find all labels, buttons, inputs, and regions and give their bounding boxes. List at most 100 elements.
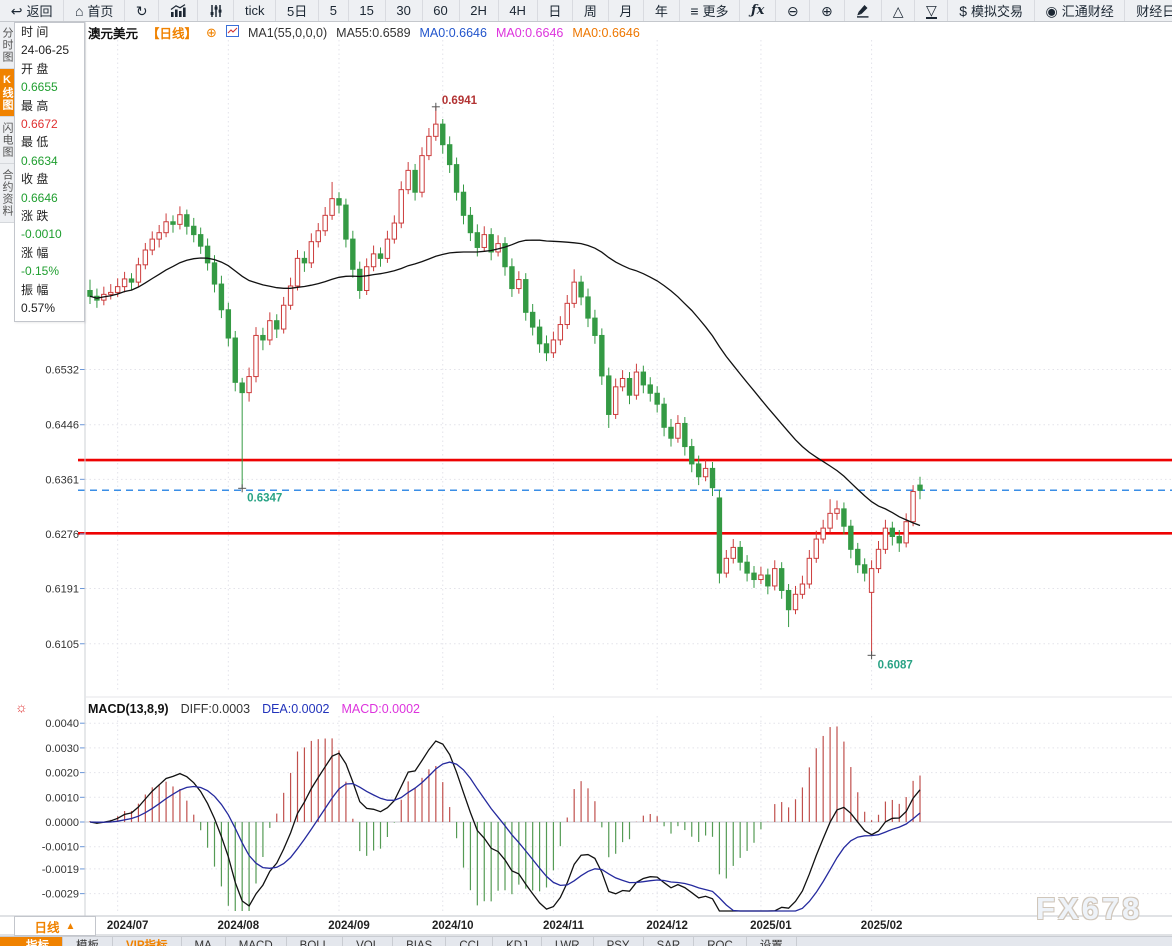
zoom-in-icon: ⊕ [821, 4, 833, 18]
chart-type-bar-button[interactable] [159, 0, 197, 21]
home-icon: ⌂ [75, 4, 83, 18]
panel-borders [0, 22, 1172, 935]
top-toolbar: ↩返回 ⌂ 首页 ↻ tick 5日 5 153060 2H 4H 日 周 月年≡更多 ƒx ⊖ ⊕ △▽$模拟… [0, 0, 1172, 22]
indicator-tab-BOLL[interactable]: BOLL [287, 937, 343, 946]
candles-layer [88, 107, 922, 656]
indicator-tab-设置[interactable]: 设置 [747, 937, 797, 946]
period-label: 【日线】 [147, 23, 197, 42]
timeframe-week-button-label: 周 [584, 1, 597, 20]
home-button-label: 首页 [87, 1, 113, 20]
info-value: -0.15% [21, 262, 84, 280]
back-icon: ↩ [11, 4, 23, 18]
ma0-value-magenta: MA0:0.6646 [496, 26, 563, 40]
calendar-button-label: 财经日历 [1136, 1, 1172, 20]
timeframe-30m-button[interactable]: 30 [386, 0, 423, 21]
huitong-news-button-label: 汇通财经 [1062, 1, 1114, 20]
macd-diff-value: DIFF:0.0003 [181, 702, 250, 716]
pencil-icon [855, 3, 870, 18]
info-value: 0.6646 [21, 189, 84, 207]
info-label: 振 幅 [21, 281, 84, 299]
timeframe-5m-button[interactable]: 5 [319, 0, 349, 21]
triangle-up-button[interactable]: △ [882, 0, 915, 21]
indicator-tab-指标[interactable]: 指标 [13, 937, 63, 946]
info-label: 最 低 [21, 133, 84, 151]
huitong-logo-icon: ◉ [1045, 4, 1057, 18]
fx-icon: ƒx [751, 4, 764, 17]
price-tick-label: 0.6532 [45, 364, 79, 376]
more-button-label: 更多 [703, 1, 729, 20]
price-tick-label: 0.6361 [45, 474, 79, 486]
chevron-up-icon: ▲ [66, 921, 76, 932]
chart-canvas[interactable]: 0.69410.63470.60870.65320.64460.63610.62… [0, 0, 1172, 946]
zoom-out-button[interactable]: ⊖ [776, 0, 810, 21]
add-indicator-icon[interactable]: ⊕ [206, 25, 217, 41]
timeframe-2h-button-label: 2H [470, 3, 487, 18]
chart-style-button[interactable] [198, 0, 234, 21]
indicator-tab-SAR[interactable]: SAR [644, 937, 695, 946]
indicator-tab-KDJ[interactable]: KDJ [493, 937, 542, 946]
info-label: 涨 幅 [21, 244, 84, 262]
indicator-tab-模板[interactable]: 模板 [63, 937, 113, 946]
chart-type-tab-合约资料[interactable]: 合约资料 [0, 164, 14, 223]
info-value: 0.57% [21, 299, 84, 317]
timeframe-day-button[interactable]: 日 [538, 0, 573, 21]
timeframe-15m-button[interactable]: 15 [349, 0, 386, 21]
timeframe-year-button[interactable]: 年 [644, 0, 679, 21]
indicator-tab-CCI[interactable]: CCI [446, 937, 493, 946]
timeframe-day-button-label: 日 [548, 1, 561, 20]
chart-type-tab-分时图[interactable]: 分时图 [0, 22, 14, 69]
indicator-tab-LWR[interactable]: LWR [542, 937, 594, 946]
timeframe-week-button[interactable]: 周 [573, 0, 608, 21]
ma0-value-orange: MA0:0.6646 [572, 26, 639, 40]
macd-header: MACD(13,8,9) DIFF:0.0003 DEA:0.0002 MACD… [88, 702, 420, 716]
timeframe-2h-button[interactable]: 2H [460, 0, 499, 21]
month-tick-label: 2024/09 [328, 920, 370, 932]
draw-tool-button[interactable] [845, 0, 882, 21]
chart-type-tab-K线图[interactable]: K线图 [0, 69, 14, 117]
indicator-tab-BIAS[interactable]: BIAS [393, 937, 446, 946]
indicator-tab-PSY[interactable]: PSY [594, 937, 644, 946]
indicator-tab-VOL[interactable]: VOL [343, 937, 393, 946]
indicator-tab-ROC[interactable]: ROC [694, 937, 747, 946]
timeframe-4h-button-label: 4H [509, 3, 526, 18]
price-annotation: 0.6941 [442, 95, 478, 107]
period-selector-button[interactable]: 日线 ▲ [14, 916, 96, 936]
fx678-watermark: FX678 [1036, 891, 1142, 927]
timeframe-5m-button-label: 5 [330, 3, 337, 18]
triangle-down-button[interactable]: ▽ [915, 0, 948, 21]
refresh-button[interactable]: ↻ [125, 0, 159, 21]
chart-mini-icon [226, 25, 239, 40]
home-button[interactable]: ⌂ 首页 [64, 0, 125, 21]
info-label: 涨 跌 [21, 207, 84, 225]
zoom-in-button[interactable]: ⊕ [810, 0, 844, 21]
back-button[interactable]: ↩返回 [0, 0, 64, 21]
info-label: 最 高 [21, 97, 84, 115]
timeframe-60m-button[interactable]: 60 [423, 0, 460, 21]
corner-block [0, 937, 13, 946]
timeframe-5d-button-label: 5日 [287, 1, 307, 20]
macd-tick-label: -0.0019 [42, 864, 79, 876]
timeframe-4h-button[interactable]: 4H [499, 0, 538, 21]
timeframe-month-button[interactable]: 月 [609, 0, 644, 21]
indicator-tab-MA[interactable]: MA [182, 937, 226, 946]
ma0-value-blue: MA0:0.6646 [420, 26, 487, 40]
timeframe-month-button-label: 月 [619, 1, 632, 20]
month-tick-label: 2025/02 [861, 920, 903, 932]
indicator-settings-icon[interactable]: ☼ [15, 700, 28, 714]
ma-config-label: MA1(55,0,0,0) [248, 26, 327, 40]
indicator-tab-MACD[interactable]: MACD [226, 937, 287, 946]
chart-type-tab-闪电图[interactable]: 闪电图 [0, 117, 14, 164]
indicator-formula-button[interactable]: ƒx [740, 0, 776, 21]
fx678-chart-app: 0.69410.63470.60870.65320.64460.63610.62… [0, 0, 1172, 946]
price-annotation: 0.6087 [878, 659, 913, 671]
timeframe-5d-button[interactable]: 5日 [276, 0, 319, 21]
demo-trade-button[interactable]: $模拟交易 [948, 0, 1034, 21]
indicator-tab-VIP指标[interactable]: VIP指标 [113, 937, 182, 946]
period-selector-label: 日线 [35, 917, 60, 936]
timeframe-tick-button[interactable]: tick [234, 0, 276, 21]
symbol-name: 澳元美元 [88, 23, 138, 42]
demo-trade-button-label: 模拟交易 [971, 1, 1023, 20]
calendar-button[interactable]: 财经日历 [1125, 0, 1172, 21]
more-button[interactable]: ≡更多 [680, 0, 741, 21]
huitong-news-button[interactable]: ◉ 汇通财经 [1035, 0, 1126, 21]
